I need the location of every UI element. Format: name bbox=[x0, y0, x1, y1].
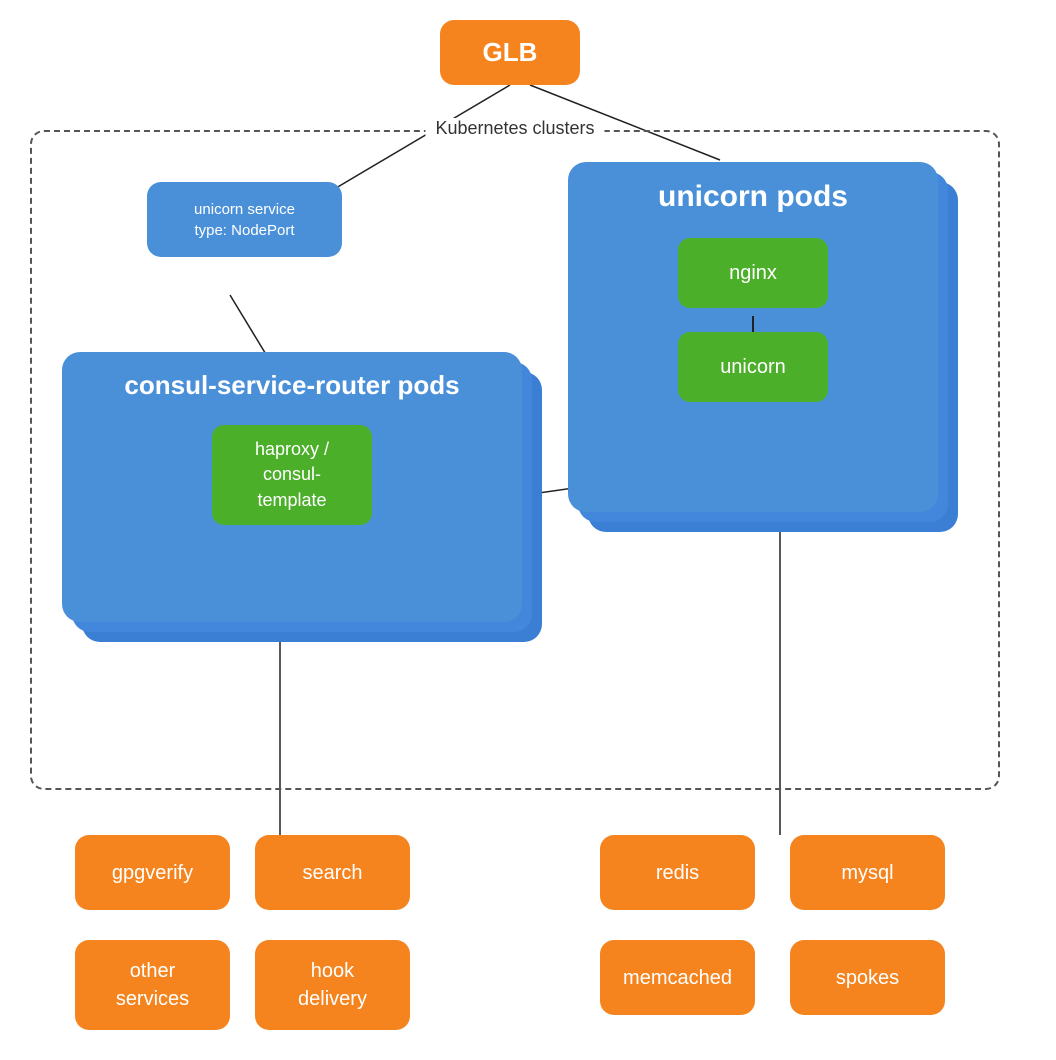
glb-label: GLB bbox=[483, 37, 538, 68]
mysql-box: mysql bbox=[790, 835, 945, 910]
unicorn-inner-box: unicorn bbox=[678, 332, 828, 402]
consul-pods-title: consul-service-router pods bbox=[124, 370, 459, 401]
memcached-box: memcached bbox=[600, 940, 755, 1015]
diagram-container: GLB Kubernetes clusters unicorn servicet… bbox=[0, 0, 1056, 1060]
unicorn-pods-title: unicorn pods bbox=[658, 180, 848, 214]
unicorn-pods-stack: unicorn pods nginx unicorn bbox=[568, 162, 938, 522]
other-services-box: otherservices bbox=[75, 940, 230, 1030]
nginx-box: nginx bbox=[678, 238, 828, 308]
unicorn-service-box: unicorn servicetype: NodePort bbox=[147, 182, 342, 257]
haproxy-box: haproxy /consul-template bbox=[212, 425, 372, 525]
spokes-box: spokes bbox=[790, 940, 945, 1015]
search-box: search bbox=[255, 835, 410, 910]
hook-delivery-box: hookdelivery bbox=[255, 940, 410, 1030]
unicorn-service-label: unicorn servicetype: NodePort bbox=[194, 199, 295, 241]
nginx-unicorn-connector bbox=[752, 316, 754, 332]
consul-pods-stack: consul-service-router pods haproxy /cons… bbox=[62, 352, 522, 642]
redis-box: redis bbox=[600, 835, 755, 910]
k8s-label: Kubernetes clusters bbox=[425, 118, 604, 139]
consul-pods-main: consul-service-router pods haproxy /cons… bbox=[62, 352, 522, 622]
unicorn-pods-main: unicorn pods nginx unicorn bbox=[568, 162, 938, 512]
glb-node: GLB bbox=[440, 20, 580, 85]
k8s-cluster: Kubernetes clusters unicorn servicetype:… bbox=[30, 130, 1000, 790]
gpgverify-box: gpgverify bbox=[75, 835, 230, 910]
